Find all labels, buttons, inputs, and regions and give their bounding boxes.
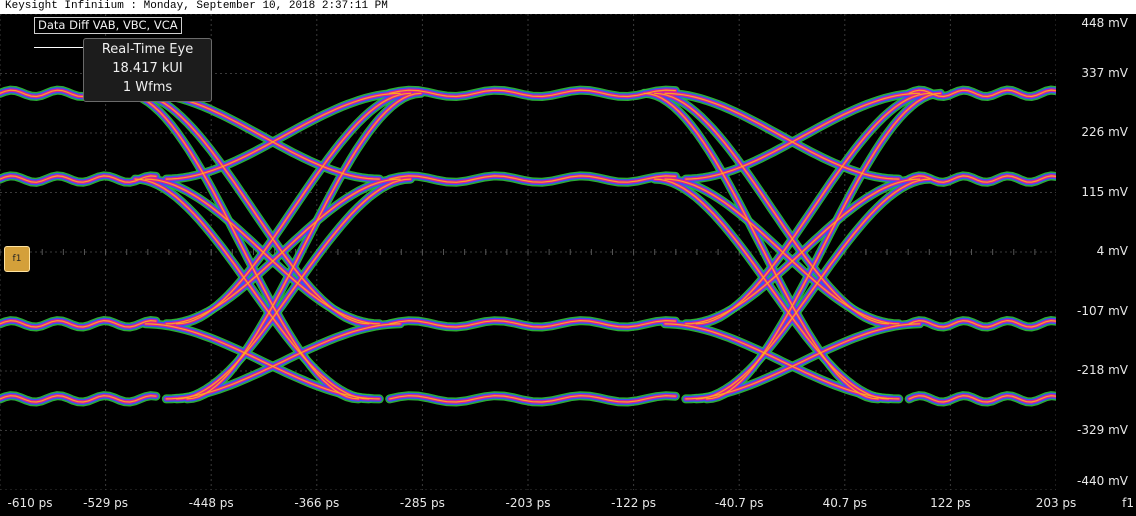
trigger-level-marker[interactable]: f1 xyxy=(4,246,30,272)
x-tick-label: 40.7 ps xyxy=(822,496,867,510)
y-tick-label: -107 mV xyxy=(1077,303,1128,318)
x-tick-label: -448 ps xyxy=(188,496,234,510)
y-tick-label: -218 mV xyxy=(1077,363,1128,377)
x-tick-label: -40.7 ps xyxy=(714,496,764,510)
x-tick-label: -203 ps xyxy=(505,496,551,510)
measurement-box[interactable]: Real-Time Eye 18.417 kUI 1 Wfms xyxy=(83,38,212,102)
measurement-waveform-count: 1 Wfms xyxy=(122,80,173,95)
y-tick-label: 4 mV xyxy=(1096,244,1128,258)
x-tick-label: -366 ps xyxy=(294,496,340,510)
x-tick-label: 203 ps xyxy=(1035,496,1077,510)
y-tick-label: 226 mV xyxy=(1081,125,1128,139)
y-tick-label: -329 mV xyxy=(1077,422,1128,437)
window-title: Keysight Infiniium : Monday, September 1… xyxy=(5,0,388,12)
y-tick-label: -440 mV xyxy=(1077,474,1128,488)
y-tick-label: 448 mV xyxy=(1081,16,1128,30)
trigger-marker-label: f1 xyxy=(12,254,22,264)
measurement-ui-count: 18.417 kUI xyxy=(112,61,183,76)
measurement-mode: Real-Time Eye xyxy=(101,42,194,57)
measurement-leader-line xyxy=(34,47,84,48)
x-tick-label: 122 ps xyxy=(930,496,971,510)
source-label[interactable]: Data Diff VAB, VBC, VCA xyxy=(34,17,182,34)
y-tick-label: 115 mV xyxy=(1081,184,1128,199)
title-bar: Keysight Infiniium : Monday, September 1… xyxy=(0,0,1136,14)
y-axis: 448 mV 337 mV 226 mV 115 mV 4 mV -107 mV -218 … xyxy=(1056,14,1136,490)
x-axis: f1 -610 ps -529 ps -448 ps -366 ps -285 ps -2… xyxy=(0,490,1136,516)
x-tick-label: -529 ps xyxy=(83,496,129,510)
x-axis-suffix-label: f1 xyxy=(1122,496,1134,510)
x-tick-label: -122 ps xyxy=(611,496,657,510)
y-tick-label: 337 mV xyxy=(1081,65,1128,80)
x-tick-label: -610 ps xyxy=(7,496,53,510)
x-tick-label: -285 ps xyxy=(399,496,445,510)
